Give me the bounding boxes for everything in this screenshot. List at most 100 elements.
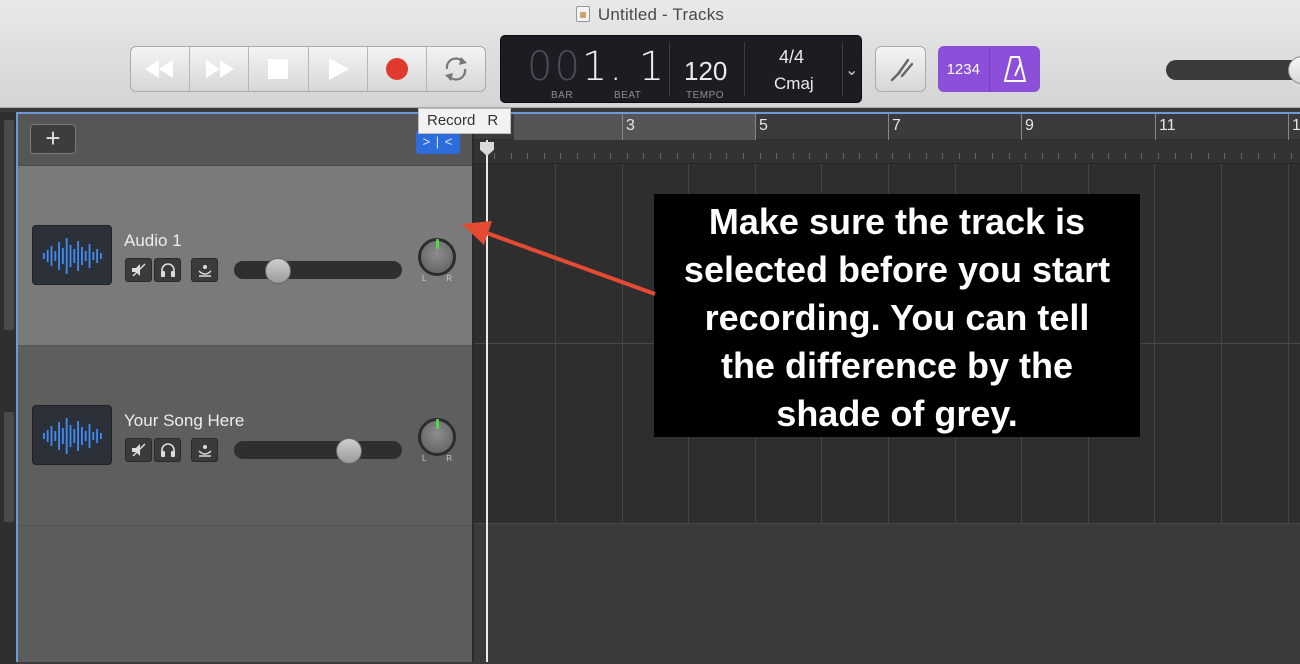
add-track-button[interactable]: + (30, 124, 76, 154)
ruler-tick (888, 114, 889, 140)
pan-knob[interactable] (418, 418, 456, 456)
beat-tick (892, 153, 893, 159)
master-volume-slider[interactable] (1166, 56, 1300, 84)
beat-tick (876, 153, 877, 159)
callout-line: shade of grey. (776, 393, 1018, 434)
tuner-button[interactable] (875, 46, 926, 92)
track-header-your-song-here[interactable]: Your Song Here LR (18, 346, 472, 526)
beat-ruler[interactable] (474, 140, 1300, 164)
mute-button[interactable] (125, 438, 152, 462)
bar-ruler[interactable]: 3 5 7 9 11 1 (474, 114, 1300, 140)
lcd-divider (669, 42, 670, 96)
beat-tick (577, 153, 578, 159)
track-header-audio-1[interactable]: Audio 1 LR (18, 166, 472, 346)
beat-tick (793, 153, 794, 159)
beat-tick (1009, 153, 1010, 159)
beat-tick (1224, 153, 1225, 159)
count-in-button[interactable]: 1234 (938, 46, 990, 92)
beat-tick (1241, 153, 1242, 159)
metronome-button[interactable] (990, 46, 1041, 92)
ruler-bar-number: 7 (892, 117, 901, 134)
beat-tick (494, 153, 495, 159)
grid-line (1154, 164, 1155, 524)
beat-tick (1158, 153, 1159, 159)
track-volume-thumb[interactable] (336, 438, 362, 464)
solo-button[interactable] (154, 438, 181, 462)
track-name[interactable]: Audio 1 (124, 231, 182, 251)
beat-tick (1125, 153, 1126, 159)
track-header-toolbar: + > | < (18, 114, 472, 166)
beat-tick (610, 153, 611, 159)
beat-tick (527, 153, 528, 159)
pan-lr-labels: LR (422, 454, 452, 463)
pan-knob[interactable] (418, 238, 456, 276)
solo-button[interactable] (154, 258, 181, 282)
library-edge (0, 112, 16, 664)
beat-tick (760, 153, 761, 159)
lcd-key: Cmaj (774, 74, 814, 93)
empty-track-area[interactable] (18, 526, 472, 662)
beat-tick (743, 153, 744, 159)
callout-line: the difference by the (720, 345, 1074, 386)
fast-forward-button[interactable] (190, 47, 250, 91)
track-name[interactable]: Your Song Here (124, 411, 244, 431)
lcd-time-signature: 4/4 (779, 47, 805, 67)
beat-tick (560, 153, 561, 159)
grid-line (622, 164, 623, 524)
input-monitoring-button[interactable] (191, 258, 218, 282)
fast-forward-icon (206, 60, 235, 78)
input-monitoring-icon (197, 445, 212, 457)
grid-line (1221, 164, 1222, 524)
chevron-down-icon[interactable]: ⌄ (845, 60, 858, 80)
ruler-bar-number: 9 (1025, 117, 1034, 134)
lcd-tempo-label: TEMPO (686, 90, 725, 101)
record-tooltip: Record R (418, 108, 511, 134)
headphones-icon (160, 443, 175, 457)
beat-tick (1141, 153, 1142, 159)
master-volume-thumb[interactable] (1288, 56, 1300, 84)
beat-tick (726, 153, 727, 159)
input-monitoring-button[interactable] (191, 438, 218, 462)
beat-tick (809, 153, 810, 159)
beat-tick (1274, 153, 1275, 159)
cycle-region[interactable] (514, 114, 756, 140)
grid-line (555, 164, 556, 524)
beat-tick (859, 153, 860, 159)
mute-speaker-icon (131, 443, 146, 457)
playhead[interactable] (486, 140, 488, 662)
beat-tick (826, 153, 827, 159)
mute-button[interactable] (125, 258, 152, 282)
track-volume-slider[interactable] (234, 438, 402, 464)
rewind-button[interactable] (131, 47, 191, 91)
lcd-display[interactable]: 001. 1 BAR BEAT 120 TEMPO 4/4 Cmaj ⌄ (500, 35, 862, 103)
edge-strip (4, 120, 14, 330)
lcd-bar-label: BAR (551, 90, 574, 101)
stop-button[interactable] (249, 47, 309, 91)
beat-tick (643, 153, 644, 159)
cycle-button[interactable] (427, 47, 485, 91)
ruler-tick (1021, 114, 1022, 140)
beat-tick (926, 153, 927, 159)
cycle-icon (444, 57, 467, 81)
beat-tick (1108, 153, 1109, 159)
track-volume-thumb[interactable] (265, 258, 291, 284)
beat-tick (1058, 153, 1059, 159)
record-icon (385, 58, 408, 80)
ruler-tick (622, 114, 623, 140)
beat-tick (544, 153, 545, 159)
ruler-bar-number: 5 (759, 117, 768, 134)
record-button[interactable] (368, 47, 427, 91)
ruler-bar-number: 11 (1159, 117, 1176, 134)
audio-waveform-icon (32, 225, 112, 285)
callout-line: selected before you start (683, 249, 1111, 290)
track-volume-slider[interactable] (234, 258, 402, 284)
beat-tick (1208, 153, 1209, 159)
play-button[interactable] (309, 47, 368, 91)
rewind-icon (145, 60, 174, 78)
lcd-divider (744, 42, 745, 96)
tuning-fork-icon (890, 58, 913, 82)
beat-tick (1025, 153, 1026, 159)
beat-tick (660, 153, 661, 159)
beat-tick (776, 153, 777, 159)
headphones-icon (160, 263, 175, 277)
